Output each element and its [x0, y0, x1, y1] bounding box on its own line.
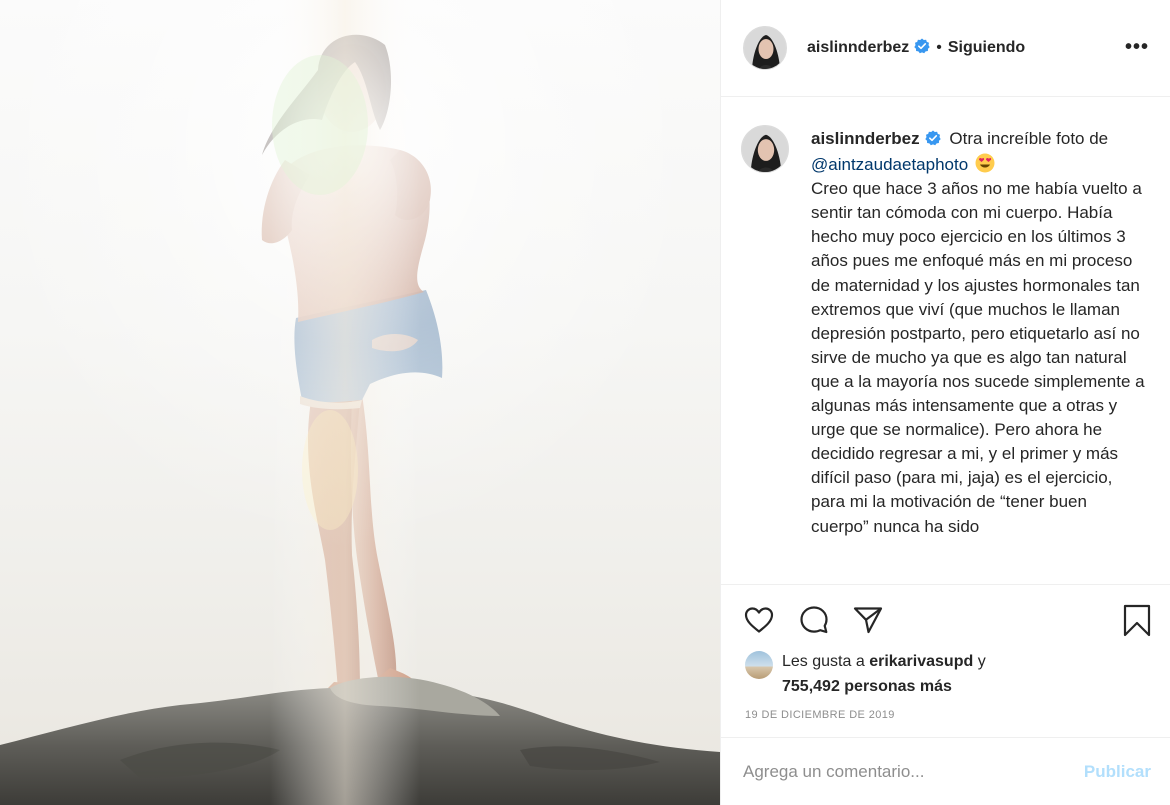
more-options-icon[interactable]: •••	[1125, 36, 1149, 59]
likes-summary: Les gusta a erikarivasupd y 755,492 pers…	[745, 649, 986, 699]
author-avatar[interactable]	[743, 26, 787, 70]
separator-dot: •	[936, 39, 942, 56]
likes-count-link[interactable]: 755,492 personas más	[782, 678, 952, 695]
comment-input[interactable]	[743, 761, 1084, 782]
following-button[interactable]: Siguiendo	[948, 39, 1025, 57]
likes-text: Les gusta a erikarivasupd y 755,492 pers…	[782, 649, 986, 699]
avatar-image	[744, 27, 786, 69]
heart-eyes-emoji-icon	[975, 153, 995, 173]
comments-section: aislinnderbez Otra increíble foto de @ai…	[721, 97, 1170, 584]
liker-username[interactable]: erikarivasupd	[869, 653, 973, 670]
avatar-image	[742, 126, 788, 172]
post-side-panel: aislinnderbez • Siguiendo ••• aislinnder…	[720, 0, 1170, 805]
caption-text: aislinnderbez Otra increíble foto de @ai…	[811, 127, 1146, 539]
post-date[interactable]: 19 DE DICIEMBRE DE 2019	[745, 709, 895, 721]
caption-body: Creo que hace 3 años no me había vuelto …	[811, 179, 1145, 536]
caption-author-avatar[interactable]	[741, 125, 789, 173]
photo-illustration	[0, 0, 720, 805]
likes-prefix: Les gusta a	[782, 653, 865, 670]
post-actions: Les gusta a erikarivasupd y 755,492 pers…	[721, 584, 1170, 739]
author-username[interactable]: aislinnderbez	[807, 39, 909, 57]
verified-badge-icon	[914, 38, 930, 59]
liker-avatar[interactable]	[745, 651, 773, 679]
likes-conjunction: y	[977, 653, 986, 670]
post-photo[interactable]	[0, 0, 720, 805]
bookmark-icon[interactable]	[1120, 603, 1154, 637]
caption-mention-link[interactable]: @aintzaudaetaphoto	[811, 155, 968, 174]
caption-intro: Otra increíble foto de	[949, 129, 1109, 148]
publish-button[interactable]: Publicar	[1084, 762, 1151, 782]
heart-icon[interactable]	[742, 603, 776, 637]
post-header: aislinnderbez • Siguiendo •••	[721, 0, 1170, 97]
caption-username[interactable]: aislinnderbez	[811, 129, 920, 148]
verified-badge-icon	[924, 129, 941, 153]
comment-bubble-icon[interactable]	[797, 603, 831, 637]
paper-plane-icon[interactable]	[851, 603, 885, 637]
add-comment-bar: Publicar	[721, 737, 1170, 805]
